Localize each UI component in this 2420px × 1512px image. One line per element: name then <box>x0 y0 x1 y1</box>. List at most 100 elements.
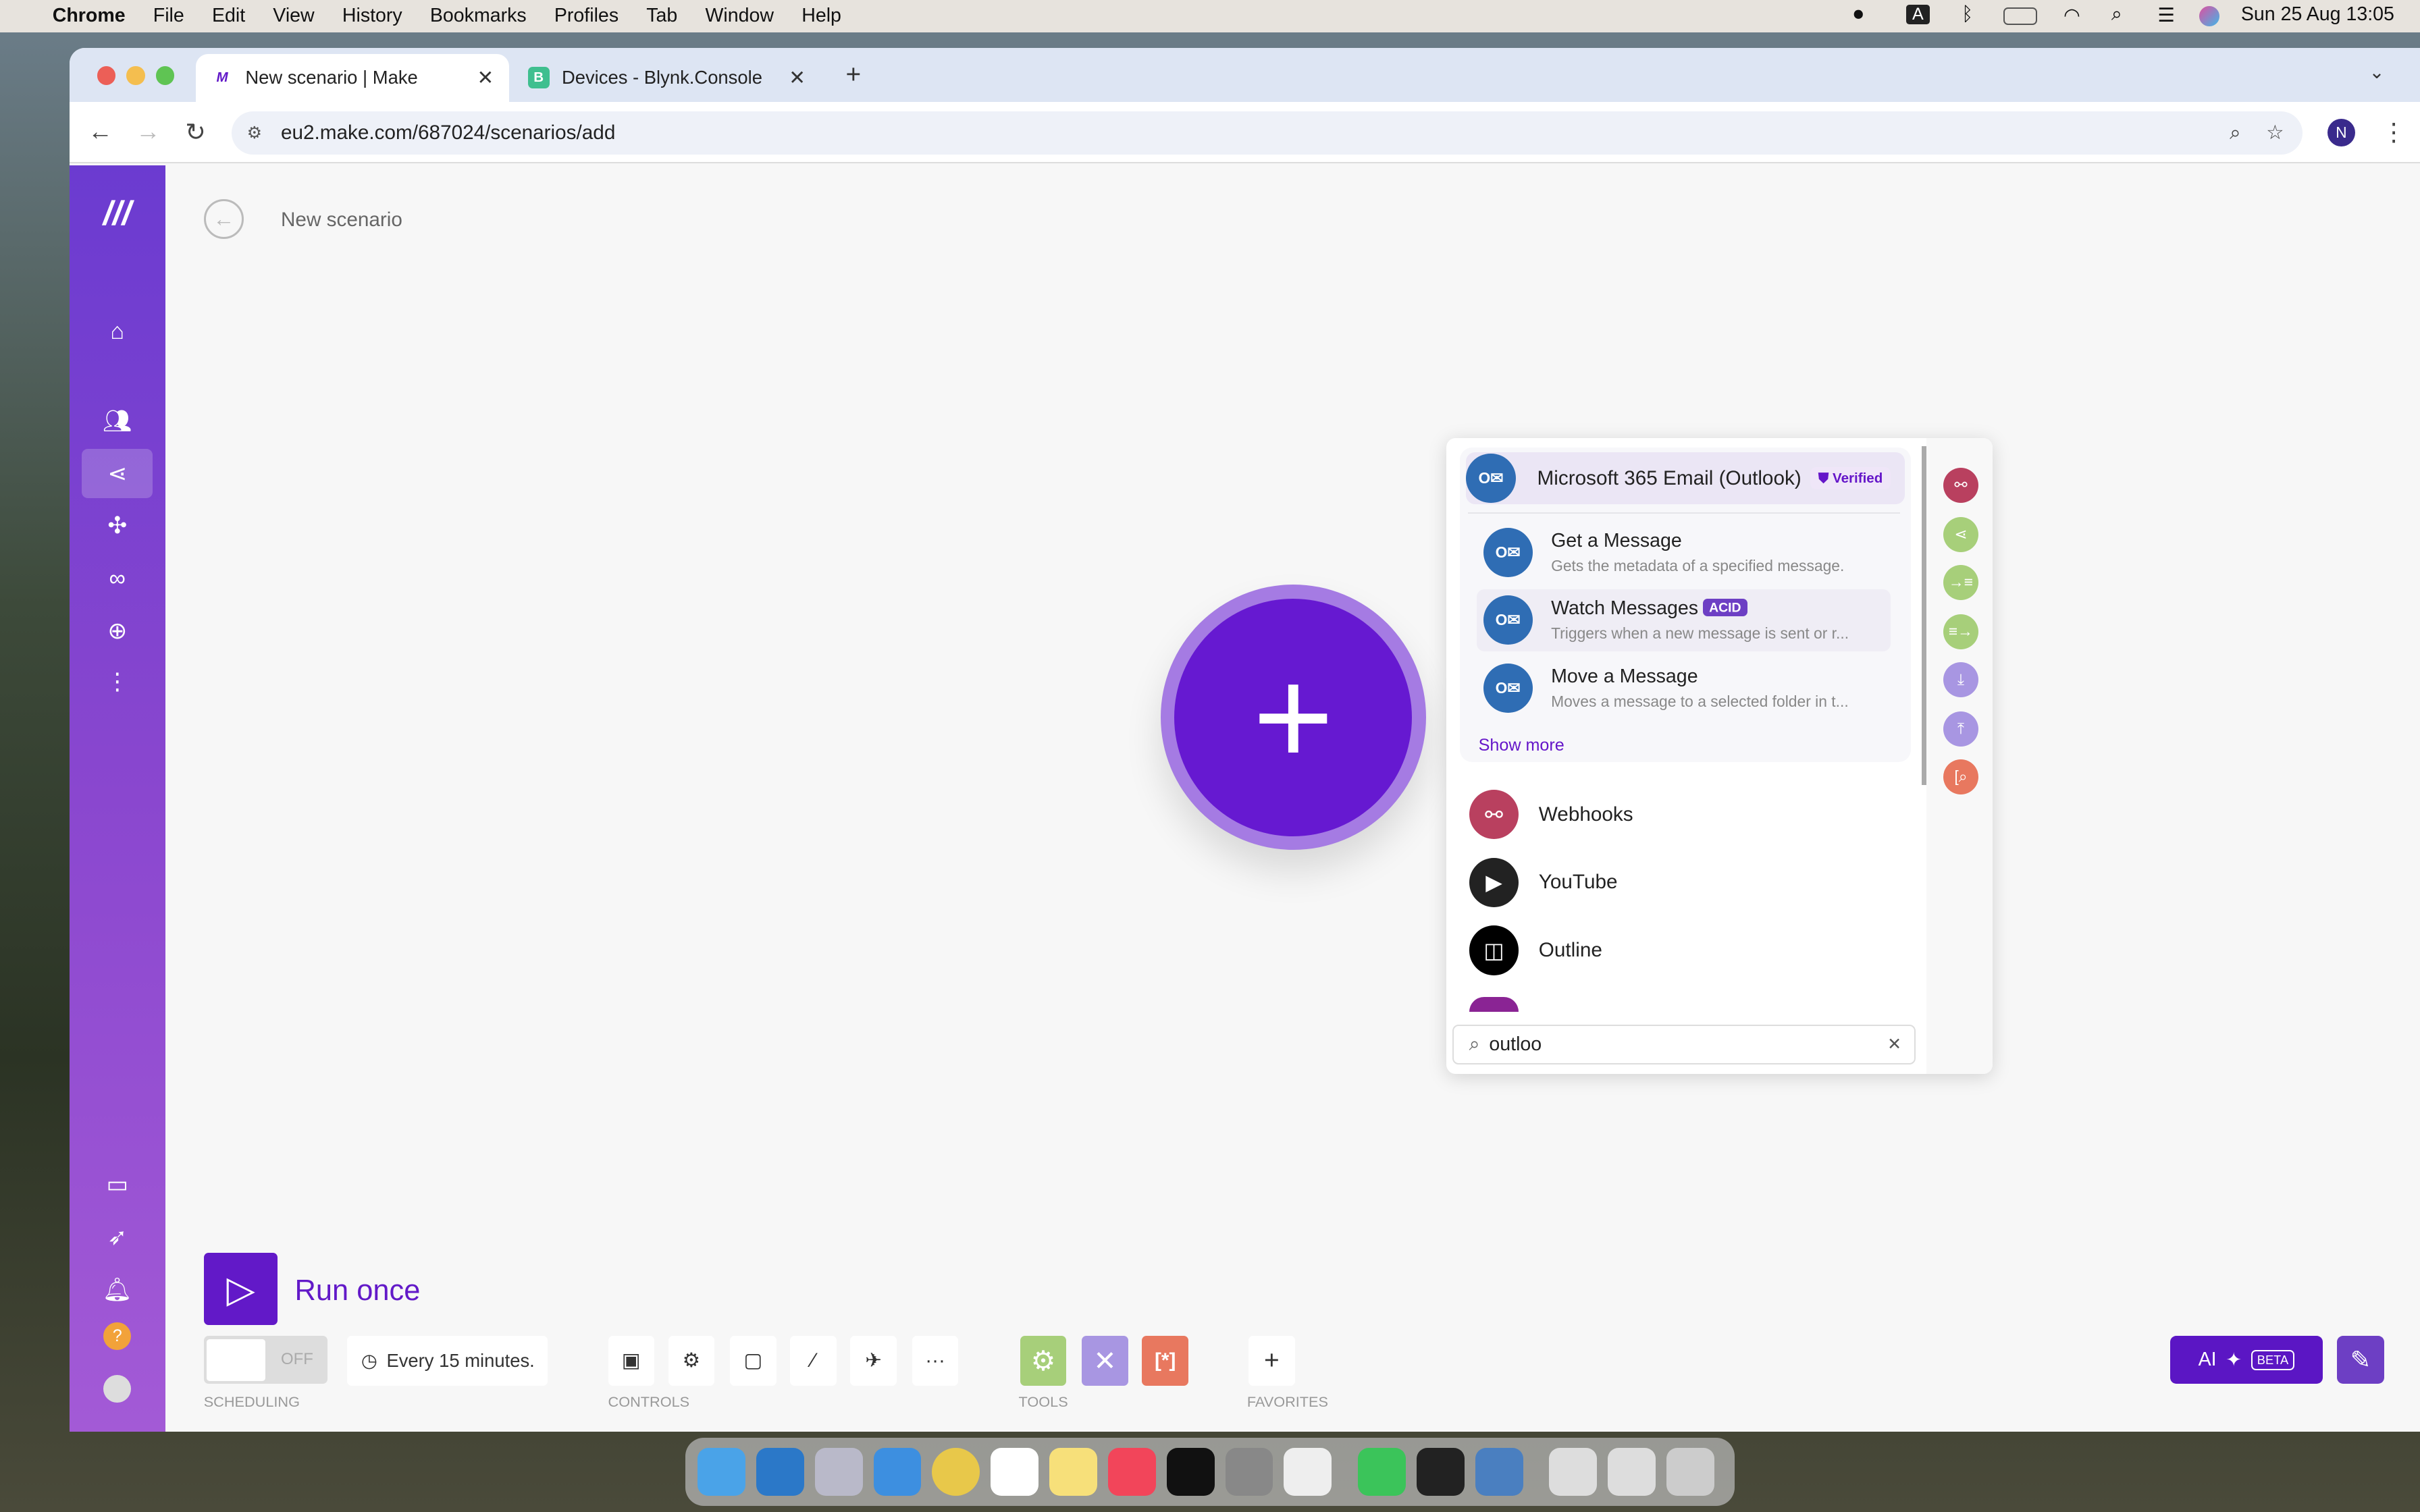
explain-flow-button[interactable]: ✈ <box>850 1336 897 1386</box>
siri-icon[interactable] <box>2199 6 2219 26</box>
textedit-icon[interactable] <box>1284 1448 1332 1496</box>
menu-help[interactable]: Help <box>801 5 841 27</box>
menu-profiles[interactable]: Profiles <box>554 5 619 27</box>
team-icon[interactable]: 👥︎ <box>94 398 140 445</box>
reload-icon[interactable]: ↻ <box>185 117 206 146</box>
new-tab-icon[interactable]: + <box>846 60 862 90</box>
chrome-menu-icon[interactable]: ⋮ <box>2382 117 2406 146</box>
trash-icon[interactable] <box>1666 1448 1714 1496</box>
music-icon[interactable] <box>1107 1448 1156 1496</box>
router-icon[interactable]: ⋖ <box>1943 516 1979 553</box>
home-icon[interactable]: ⌂ <box>94 308 140 355</box>
chrome-icon[interactable] <box>932 1448 980 1496</box>
menu-file[interactable]: File <box>153 5 184 27</box>
notes-button[interactable]: ▢ <box>730 1336 777 1386</box>
tab-blynk[interactable]: B Devices - Blynk.Console ✕ <box>512 54 821 102</box>
bookmark-star-icon[interactable]: ☆ <box>2266 121 2284 144</box>
finder-icon[interactable] <box>698 1448 745 1496</box>
menu-window[interactable]: Window <box>705 5 774 27</box>
user-avatar[interactable] <box>103 1374 132 1403</box>
support-chat-button[interactable]: ✎ <box>2336 1336 2385 1384</box>
system-settings-icon[interactable] <box>1225 1448 1273 1496</box>
minimize-window-button[interactable] <box>126 66 145 85</box>
run-once-button[interactable]: ▷ <box>203 1252 278 1326</box>
scenarios-icon[interactable]: ⋖ <box>82 449 153 499</box>
tool-tools[interactable]: ✕ <box>1082 1336 1128 1386</box>
tab-search-icon[interactable]: ⌄ <box>2369 61 2385 83</box>
site-info-icon[interactable]: ⚙ <box>247 123 263 143</box>
help-icon[interactable]: ? <box>103 1322 132 1350</box>
close-tab-icon[interactable]: ✕ <box>477 66 494 90</box>
iterator-icon[interactable]: →≡ <box>1943 564 1979 601</box>
more-controls-button[interactable]: ··· <box>912 1336 959 1386</box>
more-icon[interactable]: ⋮ <box>94 659 140 705</box>
add-module-button[interactable]: + <box>1160 585 1426 850</box>
templates-icon[interactable]: ✣ <box>94 503 140 549</box>
launchpad-icon[interactable] <box>814 1448 863 1496</box>
aggregator-icon[interactable]: ≡→ <box>1943 614 1979 650</box>
page-title[interactable]: New scenario <box>281 209 402 232</box>
import-icon[interactable]: ⤓ <box>1943 662 1979 698</box>
forward-icon[interactable]: → <box>136 117 161 146</box>
menu-edit[interactable]: Edit <box>212 5 245 27</box>
tool-flow-control[interactable]: ⚙ <box>1020 1336 1067 1386</box>
app-webhooks[interactable]: ⚯ Webhooks <box>1469 788 1633 841</box>
auto-align-button[interactable]: ⁄ <box>790 1336 837 1386</box>
show-more-link[interactable]: Show more <box>1479 736 1564 755</box>
calendar-icon[interactable] <box>991 1448 1039 1496</box>
settings-button[interactable]: ⚙ <box>668 1336 715 1386</box>
app-youtube[interactable]: ▶ YouTube <box>1469 857 1618 909</box>
menu-app-name[interactable]: Chrome <box>53 5 126 27</box>
vscode-icon[interactable] <box>756 1448 804 1496</box>
make-logo-icon[interactable]: /// <box>94 190 140 236</box>
module-watch-messages[interactable]: O✉ Watch Messages ACID Triggers when a new… <box>1477 589 1891 651</box>
scheduling-toggle[interactable]: OFF <box>203 1336 327 1384</box>
close-tab-icon[interactable]: ✕ <box>789 66 806 90</box>
terminal-icon[interactable] <box>1416 1448 1465 1496</box>
record-icon[interactable]: ⏺ <box>1853 3 1863 26</box>
url-field[interactable]: ⚙ eu2.make.com/687024/scenarios/add ⌕ ☆ <box>231 111 2303 155</box>
battery-icon[interactable] <box>2003 7 2038 25</box>
menu-tab[interactable]: Tab <box>646 5 677 27</box>
schedule-button[interactable]: ◷ Every 15 minutes. <box>347 1336 548 1386</box>
search-add-icon[interactable]: [⌕ <box>1943 759 1979 795</box>
spotlight-icon[interactable]: ⌕ <box>2111 3 2122 26</box>
ai-button[interactable]: AI ✦ BETA <box>2169 1336 2323 1384</box>
panel-scrollbar[interactable] <box>1921 446 1926 786</box>
save-button[interactable]: ▣ <box>608 1336 655 1386</box>
menu-view[interactable]: View <box>273 5 314 27</box>
notifications-bell-icon[interactable]: 🔔︎ <box>94 1267 140 1314</box>
module-get-a-message[interactable]: O✉ Get a Message Gets the metadata of a s… <box>1477 522 1891 583</box>
preview-icon[interactable] <box>1475 1448 1523 1496</box>
zoom-window-button[interactable] <box>155 66 175 85</box>
close-window-button[interactable] <box>97 66 116 85</box>
export-icon[interactable]: ⤒ <box>1943 711 1979 747</box>
whatsapp-icon[interactable] <box>1358 1448 1406 1496</box>
scenario-canvas[interactable]: ← New scenario + O✉ Microsoft 365 Email … <box>165 165 2420 1432</box>
clear-search-icon[interactable]: ✕ <box>1887 1034 1901 1054</box>
app-outline[interactable]: ◫ Outline <box>1469 924 1602 977</box>
wifi-icon[interactable]: ◠ <box>2063 3 2080 27</box>
back-arrow-icon[interactable]: ← <box>203 198 244 240</box>
docs-book-icon[interactable]: ▭ <box>94 1162 140 1208</box>
tool-text-parser[interactable]: [*] <box>1142 1336 1188 1386</box>
recent-window-icon[interactable] <box>1608 1448 1656 1496</box>
notes-icon[interactable] <box>1049 1448 1097 1496</box>
zoom-icon[interactable]: ⌕ <box>2230 122 2241 144</box>
webhooks-globe-icon[interactable]: ⊕ <box>94 608 140 655</box>
menu-bookmarks[interactable]: Bookmarks <box>430 5 527 27</box>
profile-avatar[interactable]: N <box>2327 118 2355 147</box>
control-center-icon[interactable]: ☰ <box>2157 3 2175 27</box>
input-source-icon[interactable]: A <box>1905 4 1930 24</box>
module-move-a-message[interactable]: O✉ Move a Message Moves a message to a se… <box>1477 657 1891 719</box>
webhook-icon[interactable]: ⚯ <box>1943 467 1979 504</box>
bluetooth-icon[interactable]: ᛒ <box>1962 3 1973 26</box>
run-once-label[interactable]: Run once <box>295 1274 421 1307</box>
add-favorite-button[interactable]: + <box>1248 1336 1295 1386</box>
rocket-icon[interactable]: ➶ <box>94 1214 140 1261</box>
safari-icon[interactable] <box>873 1448 922 1496</box>
tab-make[interactable]: M New scenario | Make ✕ <box>196 53 510 102</box>
recent-window-icon[interactable] <box>1549 1448 1598 1496</box>
search-input[interactable]: ⌕ outloo ✕ <box>1452 1024 1916 1065</box>
back-icon[interactable]: ← <box>88 117 113 146</box>
